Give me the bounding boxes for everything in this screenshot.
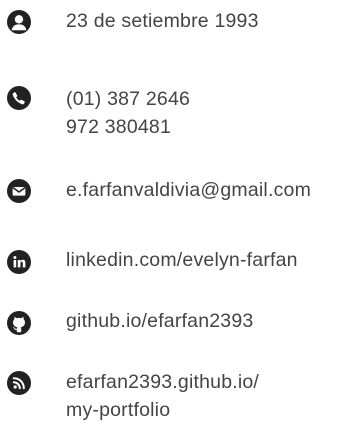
github-icon — [7, 311, 31, 335]
phone-line-2: 972 380481 — [66, 116, 172, 138]
github-link[interactable]: github.io/efarfan2393 — [66, 307, 253, 335]
envelope-icon — [7, 179, 31, 203]
phone-line-1: (01) 387 2646 — [66, 88, 191, 110]
linkedin-text[interactable]: linkedin.com/evelyn-farfan — [66, 246, 298, 274]
contact-list: 23 de setiembre 1993 (01) 387 2646 972 3… — [0, 0, 363, 427]
phone-icon — [7, 86, 31, 110]
portfolio-link-line-2[interactable]: my-portfolio — [66, 396, 259, 424]
portfolio-text[interactable]: efarfan2393.github.io/ my-portfolio — [66, 368, 259, 424]
rss-icon — [7, 371, 31, 395]
birthday-line: 23 de setiembre 1993 — [66, 10, 259, 32]
linkedin-icon — [7, 250, 31, 274]
user-icon — [7, 10, 31, 34]
email-text[interactable]: e.farfanvaldivia@gmail.com — [66, 176, 311, 204]
email-link[interactable]: e.farfanvaldivia@gmail.com — [66, 176, 311, 204]
portfolio-link-line-1[interactable]: efarfan2393.github.io/ — [66, 368, 259, 396]
phone-text: (01) 387 2646 972 380481 — [66, 85, 190, 141]
github-text[interactable]: github.io/efarfan2393 — [66, 307, 253, 335]
birthday-text: 23 de setiembre 1993 — [66, 7, 259, 35]
linkedin-link[interactable]: linkedin.com/evelyn-farfan — [66, 246, 298, 274]
